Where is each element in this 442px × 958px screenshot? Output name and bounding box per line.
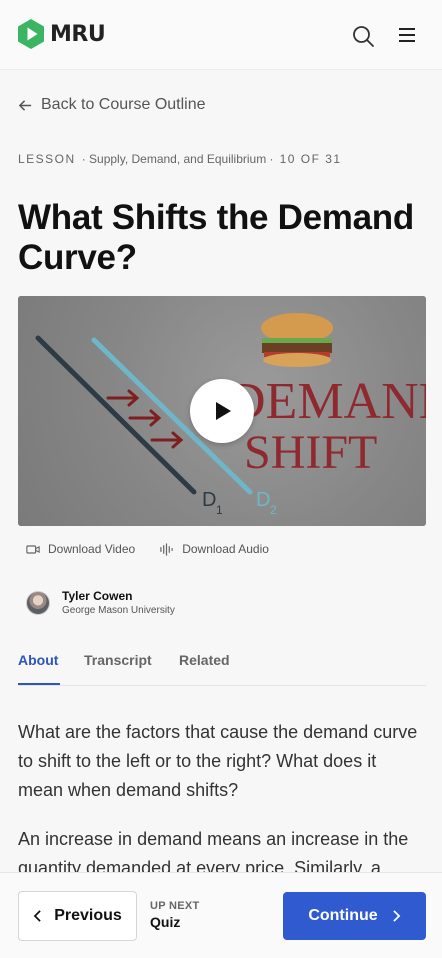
download-video-link[interactable]: Download Video (26, 542, 135, 556)
video-camera-icon (26, 544, 40, 554)
search-button[interactable] (351, 24, 375, 48)
lesson-navigation-bar: Previous UP NEXT Quiz Continue (0, 872, 442, 958)
download-audio-label: Download Audio (182, 542, 269, 556)
continue-button[interactable]: Continue (283, 892, 426, 940)
svg-text:D: D (202, 489, 216, 511)
course-name: · Supply, Demand, and Equilibrium · (81, 152, 274, 166)
page-title: What Shifts the Demand Curve? (18, 198, 414, 277)
lesson-meta: LESSON · Supply, Demand, and Equilibrium… (18, 152, 342, 166)
up-next-label: UP NEXT (150, 900, 200, 912)
mru-logo[interactable]: MRU (17, 18, 106, 50)
svg-text:DEMAND: DEMAND (228, 373, 426, 430)
download-links: Download Video Download Audio (26, 542, 269, 556)
burger-illustration (261, 313, 333, 367)
previous-button[interactable]: Previous (18, 891, 137, 941)
avatar (26, 590, 50, 615)
back-to-course-outline-link[interactable]: Back to Course Outline (18, 96, 206, 114)
arrow-left-icon (18, 99, 32, 111)
chevron-right-icon (392, 910, 400, 922)
logo-text: MRU (50, 21, 106, 47)
download-video-label: Download Video (48, 542, 136, 556)
search-icon (353, 26, 374, 47)
tab-transcript[interactable]: Transcript (84, 652, 152, 668)
hamburger-menu-icon (399, 28, 415, 42)
play-icon (216, 402, 231, 420)
lesson-label: LESSON (18, 152, 76, 166)
previous-label: Previous (54, 907, 122, 924)
svg-text:SHIFT: SHIFT (244, 426, 377, 479)
up-next-value: Quiz (150, 914, 181, 930)
chevron-left-icon (33, 910, 41, 922)
author-organization: George Mason University (62, 605, 175, 616)
about-paragraph-1: What are the factors that cause the dema… (18, 722, 418, 800)
svg-text:D: D (256, 489, 270, 511)
back-link-label: Back to Course Outline (41, 96, 206, 113)
up-next-info: UP NEXT Quiz (150, 900, 200, 930)
tab-about[interactable]: About (18, 652, 58, 668)
audio-waveform-icon (160, 542, 173, 556)
top-navigation-bar: MRU (0, 0, 442, 70)
lesson-count: 10 OF 31 (279, 152, 342, 166)
mru-logo-icon (18, 19, 44, 49)
author-card[interactable]: Tyler Cowen George Mason University (26, 589, 175, 616)
author-name: Tyler Cowen (62, 589, 133, 603)
svg-text:1: 1 (216, 503, 223, 517)
content-tabs: About Transcript Related (18, 644, 426, 686)
active-tab-indicator (18, 683, 60, 685)
continue-label: Continue (308, 907, 378, 924)
play-button[interactable] (190, 379, 254, 443)
video-player[interactable]: DEMAND SHIFT D 1 D 2 (18, 296, 426, 526)
svg-text:2: 2 (270, 503, 277, 517)
download-audio-link[interactable]: Download Audio (159, 542, 269, 556)
tab-related[interactable]: Related (179, 652, 230, 668)
menu-button[interactable] (396, 24, 418, 46)
